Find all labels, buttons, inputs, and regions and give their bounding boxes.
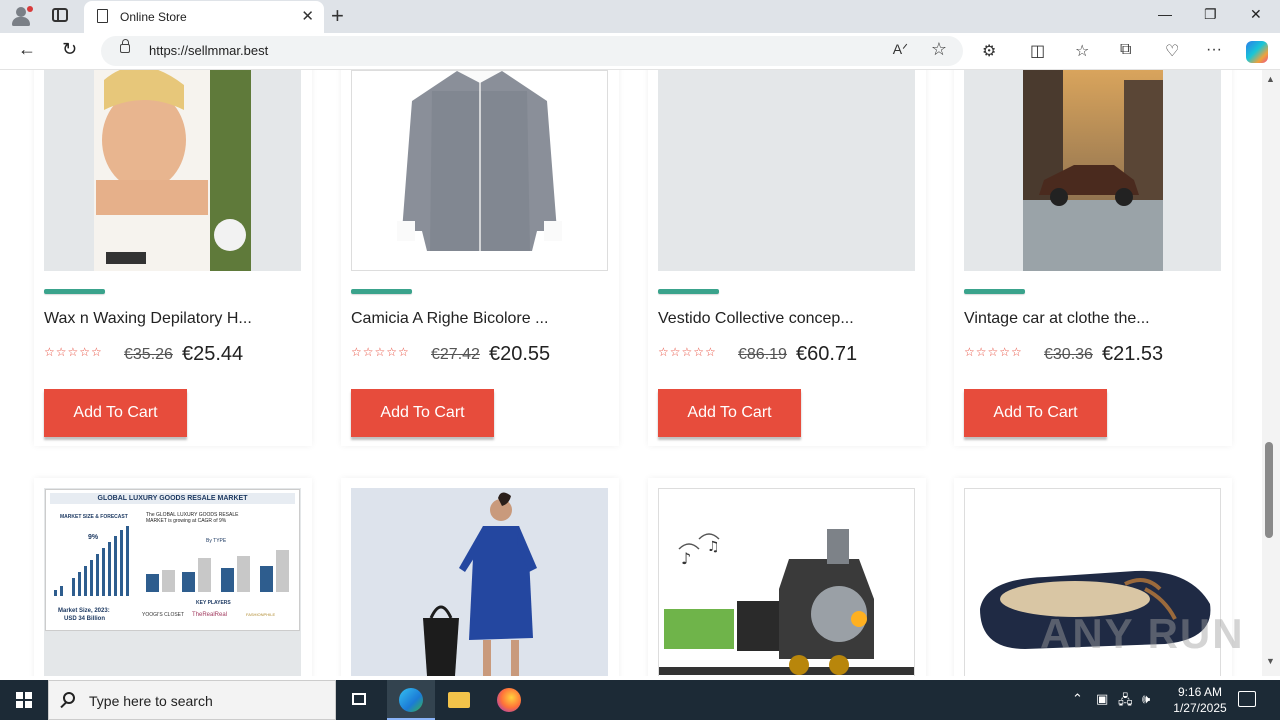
infographic-player-3: FASHIONPHILE xyxy=(246,612,276,617)
price: €21.53 xyxy=(1102,343,1164,365)
old-price: €27.42 xyxy=(431,346,480,363)
scroll-down-icon[interactable]: ▼ xyxy=(1266,656,1275,666)
volume-icon[interactable]: 🕪 xyxy=(1142,691,1150,707)
svg-text:♪: ♪ xyxy=(681,549,691,568)
minimize-button[interactable]: — xyxy=(1158,6,1172,22)
product-card: ♪ ♫ xyxy=(648,478,926,676)
search-placeholder[interactable]: Type here to search xyxy=(89,693,213,709)
profile-icon[interactable] xyxy=(10,5,34,27)
tab-online-store[interactable]: Online Store ✕ xyxy=(84,1,324,33)
add-to-cart-button[interactable]: Add To Cart xyxy=(658,389,801,437)
product-card: Camicia A Righe Bicolore ... ☆☆☆☆☆ €27.4… xyxy=(341,70,619,446)
scroll-up-icon[interactable]: ▲ xyxy=(1266,74,1275,84)
product-name[interactable]: Vintage car at clothe the... xyxy=(964,310,1150,328)
lock-icon[interactable] xyxy=(120,39,130,53)
infographic-market-size-value: USD 34 Billion xyxy=(64,616,106,622)
collections-icon[interactable]: ⧉ xyxy=(1120,41,1131,59)
extensions-icon[interactable]: ⚙ xyxy=(982,41,996,61)
navigation-bar: ← ↻ https://sellmmar.best Aᐟ ☆ ⚙ ◫ ☆ ⧉ ♡… xyxy=(0,33,1280,70)
product-card xyxy=(341,478,619,676)
watermark: ANY RUN xyxy=(1040,610,1245,657)
infographic: GLOBAL LUXURY GOODS RESALE MARKET MARKET… xyxy=(45,489,300,631)
network-icon[interactable]: 🖧 xyxy=(1118,691,1133,713)
old-price: €86.19 xyxy=(738,346,787,363)
rating-stars: ☆☆☆☆☆ xyxy=(351,345,410,359)
favorites-icon[interactable]: ☆ xyxy=(1075,41,1089,61)
search-icon xyxy=(63,692,75,704)
scroll-thumb[interactable] xyxy=(1265,442,1273,538)
progress-bar xyxy=(658,289,719,294)
product-image-wax[interactable] xyxy=(44,70,301,271)
url-text[interactable]: https://sellmmar.best xyxy=(149,43,268,58)
copilot-icon[interactable] xyxy=(1246,41,1268,63)
new-tab-button[interactable]: + xyxy=(331,3,344,29)
progress-bar xyxy=(351,289,412,294)
old-price: €35.26 xyxy=(124,346,173,363)
taskbar: Type here to search ⌃ ▣ 🖧 🕪 9:16 AM 1/27… xyxy=(0,680,1280,720)
restore-button[interactable]: ❐ xyxy=(1204,6,1217,23)
product-image-toy-train[interactable]: ♪ ♫ xyxy=(658,488,915,676)
tab-close-icon[interactable]: ✕ xyxy=(301,7,314,25)
product-image-market-infographic[interactable]: GLOBAL LUXURY GOODS RESALE MARKET MARKET… xyxy=(44,488,301,676)
product-name[interactable]: Wax n Waxing Depilatory H... xyxy=(44,310,252,328)
product-card: Wax n Waxing Depilatory H... ☆☆☆☆☆ €35.2… xyxy=(34,70,312,446)
product-card: GLOBAL LUXURY GOODS RESALE MARKET MARKET… xyxy=(34,478,312,676)
rating-stars: ☆☆☆☆☆ xyxy=(964,345,1023,359)
product-card: Vintage car at clothe the... ☆☆☆☆☆ €30.3… xyxy=(954,70,1232,446)
add-to-cart-button[interactable]: Add To Cart xyxy=(44,389,187,437)
old-price: €30.36 xyxy=(1044,346,1093,363)
product-name[interactable]: Vestido Collective concep... xyxy=(658,310,854,328)
firefox-icon[interactable] xyxy=(485,680,533,720)
price: €20.55 xyxy=(489,343,551,365)
file-explorer-icon[interactable] xyxy=(435,680,483,720)
windows-start-icon[interactable] xyxy=(16,692,32,708)
notifications-icon[interactable] xyxy=(1238,691,1256,707)
product-image-placeholder[interactable] xyxy=(658,70,915,271)
product-image-vintage-car[interactable] xyxy=(964,70,1221,271)
price: €25.44 xyxy=(182,343,244,365)
product-image-shirt[interactable] xyxy=(351,70,608,271)
more-menu-icon[interactable]: ··· xyxy=(1206,41,1222,59)
clock-time: 9:16 AM xyxy=(1177,685,1223,699)
favorite-star-icon[interactable]: ☆ xyxy=(931,39,947,60)
close-window-button[interactable]: ✕ xyxy=(1250,6,1262,23)
rating-stars: ☆☆☆☆☆ xyxy=(658,345,717,359)
infographic-player-2: TheRealReal xyxy=(192,612,228,618)
clock[interactable]: 9:16 AM 1/27/2025 xyxy=(1160,684,1240,716)
infographic-market-size-label: Market Size, 2023: xyxy=(58,608,110,614)
progress-bar xyxy=(44,289,105,294)
svg-text:♫: ♫ xyxy=(707,539,720,555)
scrollbar[interactable]: ▲ ▼ xyxy=(1262,70,1280,676)
infographic-key-players: KEY PLAYERS xyxy=(196,600,231,606)
clock-date: 1/27/2025 xyxy=(1173,701,1227,715)
price: €60.71 xyxy=(796,343,858,365)
product-name[interactable]: Camicia A Righe Bicolore ... xyxy=(351,310,548,328)
edge-taskbar-icon[interactable] xyxy=(387,680,435,720)
page-viewport: Wax n Waxing Depilatory H... ☆☆☆☆☆ €35.2… xyxy=(0,70,1262,676)
read-aloud-icon[interactable]: Aᐟ xyxy=(893,41,908,58)
split-screen-icon[interactable]: ◫ xyxy=(1030,41,1045,61)
infographic-player-1: YOOGI'S CLOSET xyxy=(142,612,185,618)
progress-bar xyxy=(964,289,1025,294)
tab-strip: Online Store ✕ + — ❐ ✕ xyxy=(0,0,1280,33)
back-button[interactable]: ← xyxy=(18,39,36,60)
tab-title: Online Store xyxy=(120,10,187,24)
product-image-blue-dress[interactable] xyxy=(351,488,608,676)
add-to-cart-button[interactable]: Add To Cart xyxy=(964,389,1107,437)
task-view-icon[interactable] xyxy=(336,680,384,720)
page-icon xyxy=(97,9,108,23)
taskbar-search[interactable]: Type here to search xyxy=(48,680,336,720)
tray-chevron-icon[interactable]: ⌃ xyxy=(1072,691,1083,707)
reload-button[interactable]: ↻ xyxy=(62,39,77,60)
tray-device-icon[interactable]: ▣ xyxy=(1096,691,1108,707)
tab-actions-icon[interactable] xyxy=(52,8,68,22)
add-to-cart-button[interactable]: Add To Cart xyxy=(351,389,494,437)
performance-icon[interactable]: ♡ xyxy=(1165,41,1179,61)
product-card: Vestido Collective concep... ☆☆☆☆☆ €86.1… xyxy=(648,70,926,446)
rating-stars: ☆☆☆☆☆ xyxy=(44,345,103,359)
address-bar[interactable]: https://sellmmar.best Aᐟ ☆ xyxy=(101,36,963,66)
